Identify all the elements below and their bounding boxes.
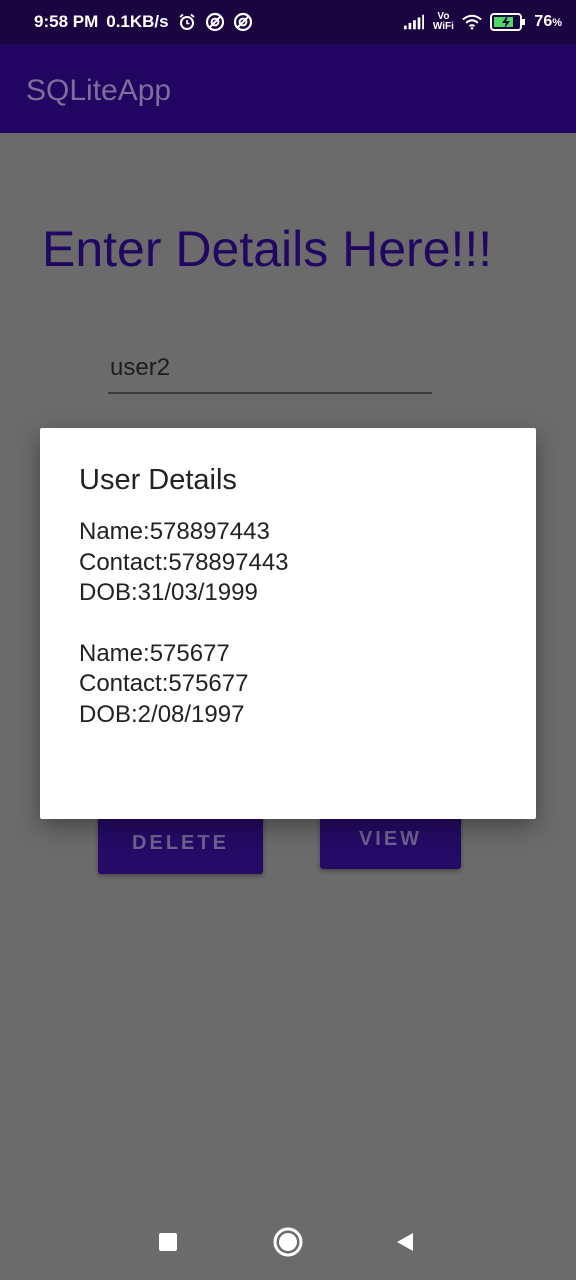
app-title: SQLiteApp	[26, 74, 172, 107]
battery-percent: 76%	[534, 13, 562, 30]
signal-icon	[404, 12, 425, 32]
alarm-icon	[177, 12, 197, 32]
dialog-body: Name:578897443 Contact:578897443 DOB:31/…	[79, 517, 289, 760]
back-icon[interactable]	[395, 1232, 415, 1252]
name-input[interactable]: user2	[108, 354, 432, 394]
status-left-group: 9:58 PM 0.1KB/s	[34, 0, 253, 44]
page-heading: Enter Details Here!!!	[42, 221, 493, 277]
record-dob: DOB:31/03/1999	[79, 579, 258, 606]
app-bar: SQLiteApp	[0, 44, 576, 133]
volte-label-bottom: WiFi	[432, 21, 454, 32]
record-name: Name:578897443	[79, 518, 270, 545]
user-record: Name:575677 Contact:575677 DOB:2/08/1997	[79, 639, 289, 731]
network-speed: 0.1KB/s	[106, 12, 169, 31]
home-icon[interactable]	[272, 1226, 304, 1258]
delete-button[interactable]: DELETE	[98, 812, 263, 874]
status-right-group: Vo WiFi 76%	[404, 0, 562, 44]
user-record: Name:578897443 Contact:578897443 DOB:31/…	[79, 517, 289, 609]
record-dob: DOB:2/08/1997	[79, 700, 245, 728]
battery-icon	[490, 12, 526, 32]
volte-wifi-icon: Vo WiFi	[432, 12, 454, 32]
record-contact: Contact:578897443	[79, 548, 289, 576]
wifi-icon	[462, 12, 483, 32]
record-name: Name:575677	[79, 639, 230, 667]
vpn-icon	[205, 12, 225, 32]
recents-icon[interactable]	[158, 1232, 178, 1252]
dialog-title: User Details	[79, 464, 237, 496]
navigation-bar	[0, 1200, 576, 1280]
record-contact: Contact:575677	[79, 670, 249, 697]
status-time: 9:58 PM	[34, 12, 99, 31]
vpn-icon	[233, 12, 253, 32]
status-bar: 9:58 PM 0.1KB/s Vo WiFi 76%	[0, 0, 576, 44]
user-details-dialog: User Details Name:578897443 Contact:5788…	[40, 428, 536, 819]
